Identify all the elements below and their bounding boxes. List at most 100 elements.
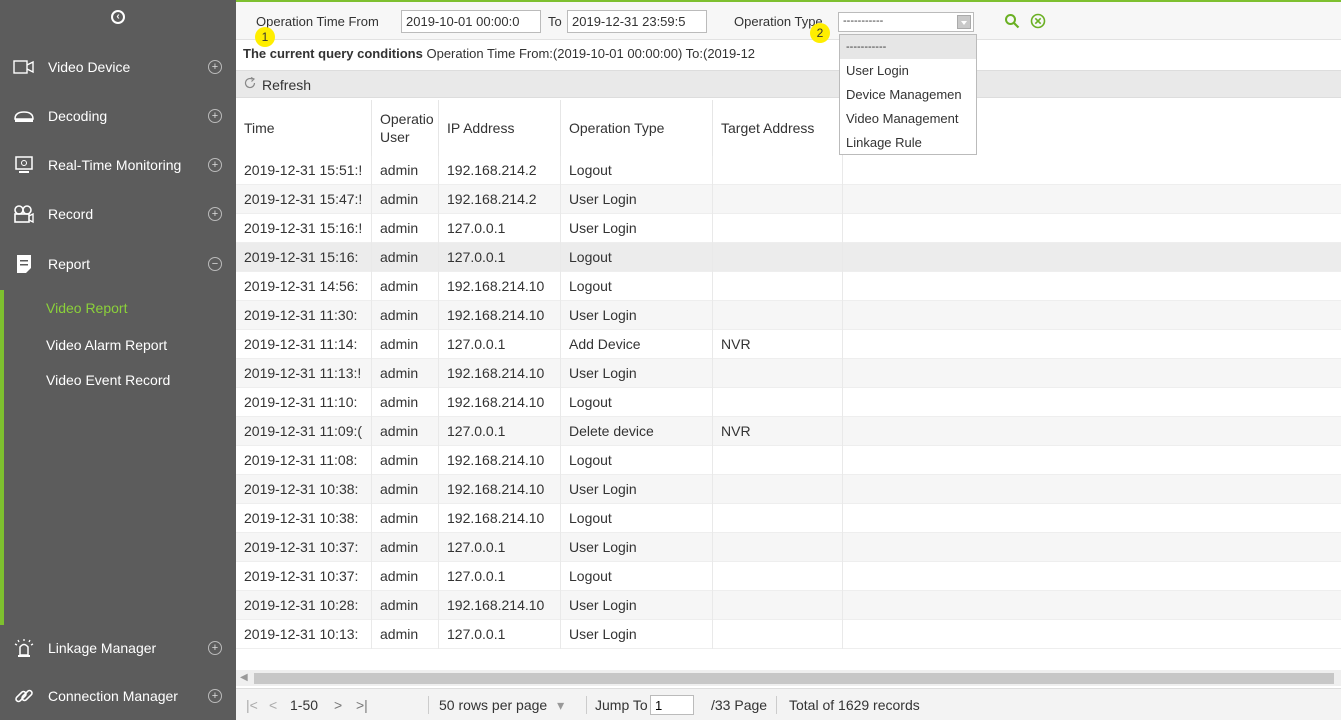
table-row[interactable]: 2019-12-31 10:38: admin 192.168.214.10 User…	[236, 475, 1341, 504]
table-row[interactable]: 2019-12-31 10:37: admin 127.0.0.1 Logout	[236, 562, 1341, 591]
table-row[interactable]: 2019-12-31 11:30: admin 192.168.214.10 User…	[236, 301, 1341, 330]
cell-time: 2019-12-31 10:13:	[236, 620, 372, 649]
cell-operation-user: admin	[372, 504, 439, 533]
cell-time: 2019-12-31 11:30:	[236, 301, 372, 330]
pager-divider	[586, 696, 587, 714]
search-icon[interactable]	[1004, 13, 1020, 29]
clear-icon[interactable]	[1030, 13, 1046, 29]
sidebar-item-decoding[interactable]: Decoding +	[0, 92, 236, 140]
dropdown-option-video-management[interactable]: Video Management	[840, 107, 976, 131]
sidebar-subitem-video-report[interactable]: Video Report	[46, 300, 127, 316]
cell-operation-type: Logout	[561, 562, 713, 591]
expand-icon[interactable]: +	[208, 207, 222, 221]
last-page-button[interactable]: >|	[356, 697, 368, 713]
column-header-ip-address[interactable]: IP Address	[439, 100, 561, 156]
collapse-sidebar-button[interactable]: ‹	[0, 0, 236, 34]
operation-type-select[interactable]: -----------	[838, 12, 974, 32]
cell-operation-type: User Login	[561, 475, 713, 504]
cell-ip-address: 127.0.0.1	[439, 620, 561, 649]
time-from-label: Operation Time From	[256, 14, 379, 29]
sidebar-item-connection-manager[interactable]: Connection Manager +	[0, 672, 236, 720]
to-label: To	[548, 14, 562, 29]
sidebar-subitem-video-event-record[interactable]: Video Event Record	[46, 372, 170, 388]
table-row[interactable]: 2019-12-31 15:16:! admin 127.0.0.1 User Log…	[236, 214, 1341, 243]
expand-icon[interactable]: +	[208, 641, 222, 655]
cell-time: 2019-12-31 15:47:!	[236, 185, 372, 214]
table-row[interactable]: 2019-12-31 15:47:! admin 192.168.214.2 User…	[236, 185, 1341, 214]
sidebar-item-video-device[interactable]: Video Device +	[0, 43, 236, 91]
sidebar-item-report[interactable]: Report −	[0, 240, 236, 288]
monitor-icon	[12, 155, 36, 175]
scroll-left-icon[interactable]: ◀	[240, 672, 248, 683]
scrollbar-thumb[interactable]	[254, 673, 1334, 684]
cell-target-address	[713, 272, 843, 301]
cell-time: 2019-12-31 10:38:	[236, 475, 372, 504]
table-row[interactable]: 2019-12-31 15:16: admin 127.0.0.1 Logout	[236, 243, 1341, 272]
expand-icon[interactable]: +	[208, 158, 222, 172]
table-row[interactable]: 2019-12-31 14:56: admin 192.168.214.10 Logo…	[236, 272, 1341, 301]
collapse-section-icon[interactable]: −	[208, 257, 222, 271]
rows-per-page-select[interactable]: 50 rows per page ▾	[439, 697, 564, 714]
dropdown-option-user-login[interactable]: User Login	[840, 59, 976, 83]
table-row[interactable]: 2019-12-31 10:37: admin 127.0.0.1 User Logi…	[236, 533, 1341, 562]
expand-icon[interactable]: +	[208, 60, 222, 74]
cell-time: 2019-12-31 15:16:	[236, 243, 372, 272]
time-from-input[interactable]	[401, 10, 541, 33]
sidebar-item-record[interactable]: Record +	[0, 190, 236, 238]
alarm-light-icon	[12, 638, 36, 658]
sidebar-item-linkage-manager[interactable]: Linkage Manager +	[0, 624, 236, 672]
time-to-input[interactable]	[567, 10, 707, 33]
jump-to-input[interactable]	[650, 695, 694, 715]
sidebar-item-real-time-monitoring[interactable]: Real-Time Monitoring +	[0, 141, 236, 189]
sidebar: ‹ Video Device + Decoding + Real-Time Mo…	[0, 0, 236, 720]
cell-operation-user: admin	[372, 185, 439, 214]
column-header-target-address[interactable]: Target Address	[713, 100, 843, 156]
cell-operation-user: admin	[372, 301, 439, 330]
expand-icon[interactable]: +	[208, 109, 222, 123]
table-row[interactable]: 2019-12-31 11:13:! admin 192.168.214.10 Use…	[236, 359, 1341, 388]
cell-operation-type: User Login	[561, 591, 713, 620]
cell-operation-user: admin	[372, 330, 439, 359]
dropdown-option-none[interactable]: -----------	[840, 35, 976, 59]
cell-operation-user: admin	[372, 388, 439, 417]
cell-time: 2019-12-31 15:51:!	[236, 156, 372, 185]
report-icon	[12, 254, 36, 274]
rows-per-page-label: 50 rows per page	[439, 697, 548, 713]
chevron-down-icon[interactable]	[957, 15, 971, 29]
first-page-button[interactable]: |<	[246, 697, 258, 713]
dropdown-option-linkage-rule[interactable]: Linkage Rule	[840, 131, 976, 155]
column-header-operation-user[interactable]: Operatio User	[372, 100, 439, 156]
cell-target-address	[713, 388, 843, 417]
query-bar: Operation Time From To Operation Type --…	[236, 0, 1341, 40]
column-header-operation-type[interactable]: Operation Type	[561, 100, 713, 156]
sidebar-subitem-video-alarm-report[interactable]: Video Alarm Report	[46, 337, 167, 353]
cell-operation-type: Logout	[561, 446, 713, 475]
cell-ip-address: 192.168.214.10	[439, 359, 561, 388]
table-row[interactable]: 2019-12-31 10:13: admin 127.0.0.1 User Logi…	[236, 620, 1341, 649]
page-range: 1-50	[290, 697, 319, 713]
table-row[interactable]: 2019-12-31 11:09:(admin 127.0.0.1 Delete d…	[236, 417, 1341, 446]
refresh-button[interactable]: Refresh	[243, 76, 311, 93]
column-header-time[interactable]: Time	[236, 100, 372, 156]
table-row[interactable]: 2019-12-31 11:10: admin 192.168.214.10 Logo…	[236, 388, 1341, 417]
cell-operation-type: Add Device	[561, 330, 713, 359]
query-conditions-text: Operation Time From:(2019-10-01 00:00:00…	[426, 46, 756, 61]
table-row[interactable]: 2019-12-31 10:38: admin 192.168.214.10 Logo…	[236, 504, 1341, 533]
table-row[interactable]: 2019-12-31 11:08: admin 192.168.214.10 Logo…	[236, 446, 1341, 475]
record-icon	[12, 204, 36, 224]
cell-target-address	[713, 156, 843, 185]
prev-page-button[interactable]: <	[269, 697, 277, 713]
next-page-button[interactable]: >	[334, 697, 342, 713]
table-row[interactable]: 2019-12-31 10:28: admin 192.168.214.10 User…	[236, 591, 1341, 620]
horizontal-scrollbar[interactable]: ◀	[236, 670, 1341, 686]
dropdown-option-device-management[interactable]: Device Managemen	[840, 83, 976, 107]
sidebar-item-label: Video Device	[48, 59, 131, 75]
pager-divider	[428, 696, 429, 714]
expand-icon[interactable]: +	[208, 689, 222, 703]
table-row[interactable]: 2019-12-31 15:51:! admin 192.168.214.2 Logo…	[236, 156, 1341, 185]
cell-ip-address: 127.0.0.1	[439, 330, 561, 359]
total-records: Total of 1629 records	[789, 697, 920, 713]
cell-target-address	[713, 504, 843, 533]
table-row[interactable]: 2019-12-31 11:14: admin 127.0.0.1 Add Devic…	[236, 330, 1341, 359]
cell-ip-address: 192.168.214.2	[439, 156, 561, 185]
